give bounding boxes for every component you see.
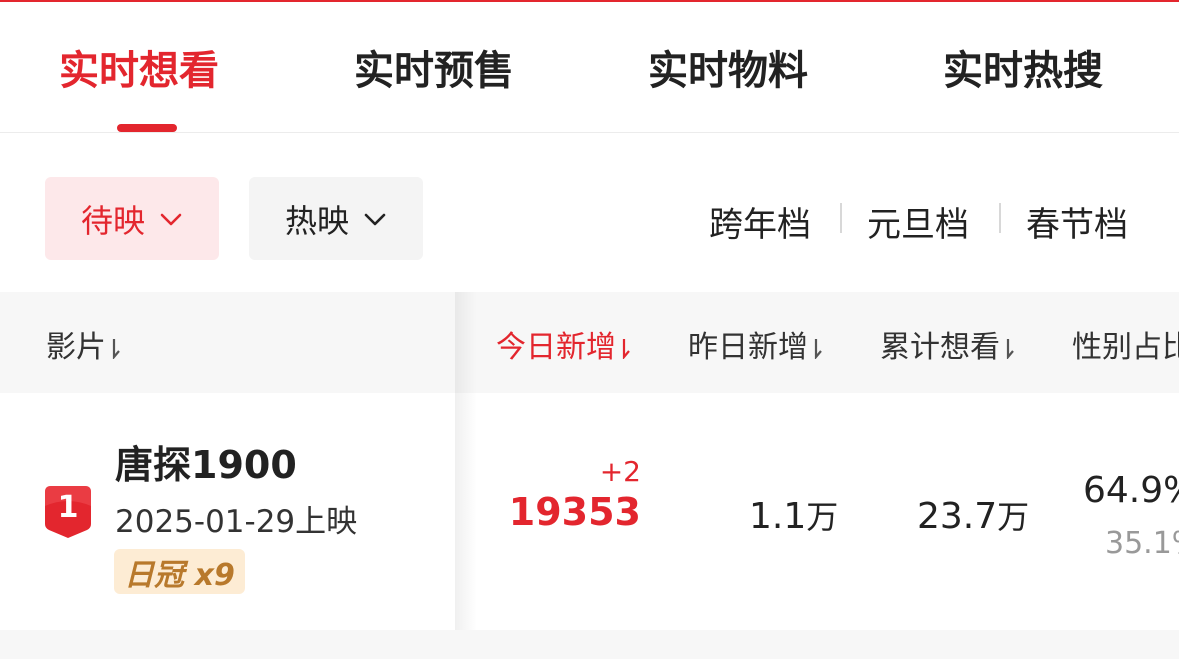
column-movie[interactable]: 影片 <box>46 322 122 366</box>
season-new-year-eve[interactable]: 跨年档 <box>709 197 811 246</box>
sort-down-icon <box>620 337 632 359</box>
tab-realtime-presale[interactable]: 实时预售 <box>354 38 514 96</box>
male-percentage: 64.9% <box>1083 470 1179 511</box>
sort-down-icon <box>1004 337 1016 359</box>
column-gender-ratio[interactable]: 性别占比 <box>1072 322 1179 366</box>
column-movie-label: 影片 <box>46 330 106 365</box>
yesterday-unit: 万 <box>806 498 839 536</box>
daily-champion-badge: 日冠 x9 <box>114 549 245 594</box>
sort-down-icon <box>110 337 122 359</box>
release-date: 2025-01-29上映 <box>115 504 358 540</box>
filter-showing-dropdown[interactable]: 热映 <box>249 177 423 260</box>
next-row-background <box>0 630 1179 659</box>
season-spring-festival[interactable]: 春节档 <box>1026 197 1128 246</box>
sort-down-icon <box>812 337 824 359</box>
tab-realtime-want[interactable]: 实时想看 <box>59 38 219 96</box>
column-yesterday-new-label: 昨日新增 <box>688 330 808 365</box>
rank-badge: 1 <box>45 486 91 538</box>
fixed-column-shadow <box>455 292 477 659</box>
total-number: 23.7 <box>917 496 998 537</box>
total-unit: 万 <box>997 498 1030 536</box>
chevron-down-icon <box>159 207 183 231</box>
movie-title[interactable]: 唐探1900 <box>115 434 297 489</box>
chevron-down-icon <box>363 207 387 231</box>
column-yesterday-new[interactable]: 昨日新增 <box>688 322 824 366</box>
season-divider <box>999 203 1001 233</box>
season-new-year[interactable]: 元旦档 <box>867 197 969 246</box>
tab-realtime-hotsearch[interactable]: 实时热搜 <box>943 38 1103 96</box>
active-tab-indicator <box>117 124 177 132</box>
tab-bar: 实时想看 实时预售 实时物料 实时热搜 <box>0 2 1179 133</box>
column-total-want[interactable]: 累计想看 <box>880 322 1016 366</box>
yesterday-new-value: 1.1万 <box>749 492 838 538</box>
column-today-new[interactable]: 今日新增 <box>496 322 632 366</box>
column-total-want-label: 累计想看 <box>880 330 1000 365</box>
female-percentage: 35.1% <box>1105 526 1179 561</box>
yesterday-number: 1.1 <box>749 496 807 537</box>
total-want-value: 23.7万 <box>917 492 1029 538</box>
filter-upcoming-label: 待映 <box>80 201 145 240</box>
today-new-delta: +2 <box>599 455 641 488</box>
filter-showing-label: 热映 <box>284 201 349 240</box>
filter-upcoming-dropdown[interactable]: 待映 <box>45 177 219 260</box>
rank-number: 1 <box>57 490 79 525</box>
column-today-new-label: 今日新增 <box>496 330 616 365</box>
tab-realtime-material[interactable]: 实时物料 <box>648 38 808 96</box>
season-divider <box>840 203 842 233</box>
today-new-value: 19353 <box>508 490 641 534</box>
